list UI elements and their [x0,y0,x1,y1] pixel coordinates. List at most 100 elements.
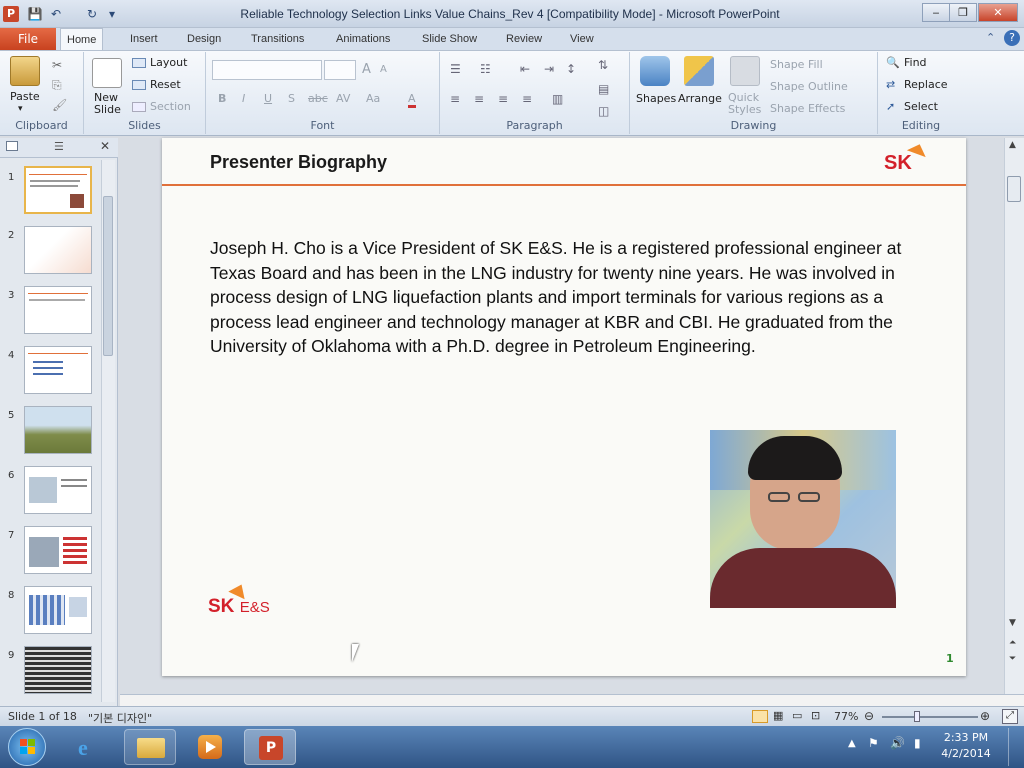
section-button[interactable]: Section [150,100,191,113]
tab-view[interactable]: View [564,28,600,50]
thumbnail-slide-4[interactable] [24,346,92,394]
thumbnail-slide-8[interactable] [24,586,92,634]
tab-file[interactable]: File [0,28,56,50]
shape-fill-button[interactable]: Shape Fill [770,58,823,71]
reset-button[interactable]: Reset [150,78,181,91]
help-icon[interactable]: ? [1004,30,1020,46]
normal-view-icon[interactable] [752,710,768,723]
presenter-photo[interactable] [710,430,896,608]
undo-icon[interactable]: ↶ [48,6,64,22]
zoom-out-icon[interactable]: ⊖ [864,709,874,723]
character-spacing-button[interactable]: AV [336,92,350,105]
quick-styles-icon[interactable] [730,56,760,86]
thumbnail-slide-9[interactable] [24,646,92,694]
file-explorer-icon[interactable] [124,729,176,765]
redo-icon[interactable]: ↻ [84,6,100,22]
bold-button[interactable]: B [218,92,226,105]
increase-indent-icon[interactable]: ⇥ [544,62,554,76]
slide-scroll-thumb[interactable] [1007,176,1021,202]
find-button[interactable]: Find [904,56,927,69]
minimize-ribbon-icon[interactable]: ⌃ [986,31,995,44]
strikethrough-button[interactable]: abc [308,92,328,105]
zoom-slider[interactable] [882,716,978,718]
columns-icon[interactable]: ▥ [552,92,563,106]
show-desktop-button[interactable] [1008,728,1022,766]
zoom-slider-handle[interactable] [914,711,920,722]
volume-icon[interactable]: 🔊 [890,736,905,750]
justify-icon[interactable]: ≡ [522,92,532,106]
new-slide-button[interactable]: New Slide [94,92,124,116]
powerpoint-taskbar-icon[interactable]: P [244,729,296,765]
tab-design[interactable]: Design [181,28,227,50]
save-icon[interactable]: 💾 [27,6,43,22]
grow-font-button[interactable]: A [362,62,371,77]
shadow-button[interactable]: S [288,92,295,105]
thumbnail-scrollbar[interactable] [101,160,115,702]
paste-icon[interactable] [10,56,40,86]
change-case-button[interactable]: Aa [366,92,380,105]
select-button[interactable]: Select [904,100,938,113]
cut-icon[interactable]: ✂ [52,58,62,72]
smartart-icon[interactable]: ◫ [598,104,609,118]
tab-home[interactable]: Home [60,28,104,51]
restore-button[interactable]: ❐ [949,3,977,22]
font-name-dropdown[interactable] [212,60,322,80]
tab-insert[interactable]: Insert [124,28,164,50]
notes-pane[interactable] [120,694,1024,706]
shrink-font-button[interactable]: A [380,64,387,75]
arrange-button[interactable]: Arrange [678,92,722,105]
theme-name[interactable]: "기본 디자인" [88,710,152,726]
align-text-icon[interactable]: ▤ [598,82,609,96]
tab-transitions[interactable]: Transitions [245,28,310,50]
powerpoint-app-icon[interactable]: P [3,6,19,22]
slide-show-icon[interactable]: ⊡ [811,709,820,722]
quick-styles-button[interactable]: Quick Styles [728,92,764,116]
tab-review[interactable]: Review [500,28,548,50]
numbering-icon[interactable]: ☷ [480,62,491,76]
shape-outline-button[interactable]: Shape Outline [770,80,848,93]
system-clock[interactable]: 2:33 PM 4/2/2014 [936,730,996,762]
shapes-button[interactable]: Shapes [636,92,676,105]
arrange-icon[interactable] [684,56,714,86]
start-button[interactable] [8,728,46,766]
close-panel-icon[interactable]: ✕ [100,139,110,153]
copy-icon[interactable]: ⎘ [52,78,62,93]
align-center-icon[interactable]: ≡ [474,92,484,106]
shapes-icon[interactable] [640,56,670,86]
thumbnail-scroll-thumb[interactable] [103,196,113,356]
thumbnail-slide-1[interactable] [24,166,92,214]
underline-button[interactable]: U [264,92,272,105]
action-center-icon[interactable]: ⚑ [868,736,879,750]
font-color-button[interactable]: A [408,92,416,108]
customize-quick-access-icon[interactable]: ▾ [104,6,120,22]
slide-sorter-icon[interactable]: ▦ [773,709,783,722]
decrease-indent-icon[interactable]: ⇤ [520,62,530,76]
thumbnail-slide-3[interactable] [24,286,92,334]
zoom-level[interactable]: 77% [834,710,858,723]
tab-animations[interactable]: Animations [330,28,396,50]
zoom-in-icon[interactable]: ⊕ [980,709,990,723]
line-spacing-icon[interactable]: ↕ [566,62,576,76]
bullets-icon[interactable]: ☰ [450,62,461,76]
fit-to-window-icon[interactable]: ⤢ [1002,709,1018,724]
slides-tab-icon[interactable] [6,141,18,151]
slide-scrollbar[interactable]: ▲ ▼ ⏶ ⏷ [1004,138,1024,694]
scroll-down-icon[interactable]: ▼ [1009,618,1016,628]
text-direction-icon[interactable]: ⇅ [598,58,608,72]
scroll-up-icon[interactable]: ▲ [1009,140,1016,150]
internet-explorer-icon[interactable]: e [66,729,118,765]
thumbnail-slide-2[interactable] [24,226,92,274]
thumbnail-slide-5[interactable] [24,406,92,454]
slide-title[interactable]: Presenter Biography [210,152,387,173]
align-right-icon[interactable]: ≡ [498,92,508,106]
outline-tab-icon[interactable]: ☰ [54,140,64,153]
tab-slide-show[interactable]: Slide Show [416,28,483,50]
italic-button[interactable]: I [242,92,245,105]
minimize-button[interactable]: ‒ [922,3,950,22]
next-slide-icon[interactable]: ⏷ [1009,654,1016,664]
paste-button[interactable]: Paste [10,90,40,103]
thumbnail-slide-6[interactable] [24,466,92,514]
thumbnail-slide-7[interactable] [24,526,92,574]
media-player-icon[interactable] [184,729,236,765]
font-size-dropdown[interactable] [324,60,356,80]
